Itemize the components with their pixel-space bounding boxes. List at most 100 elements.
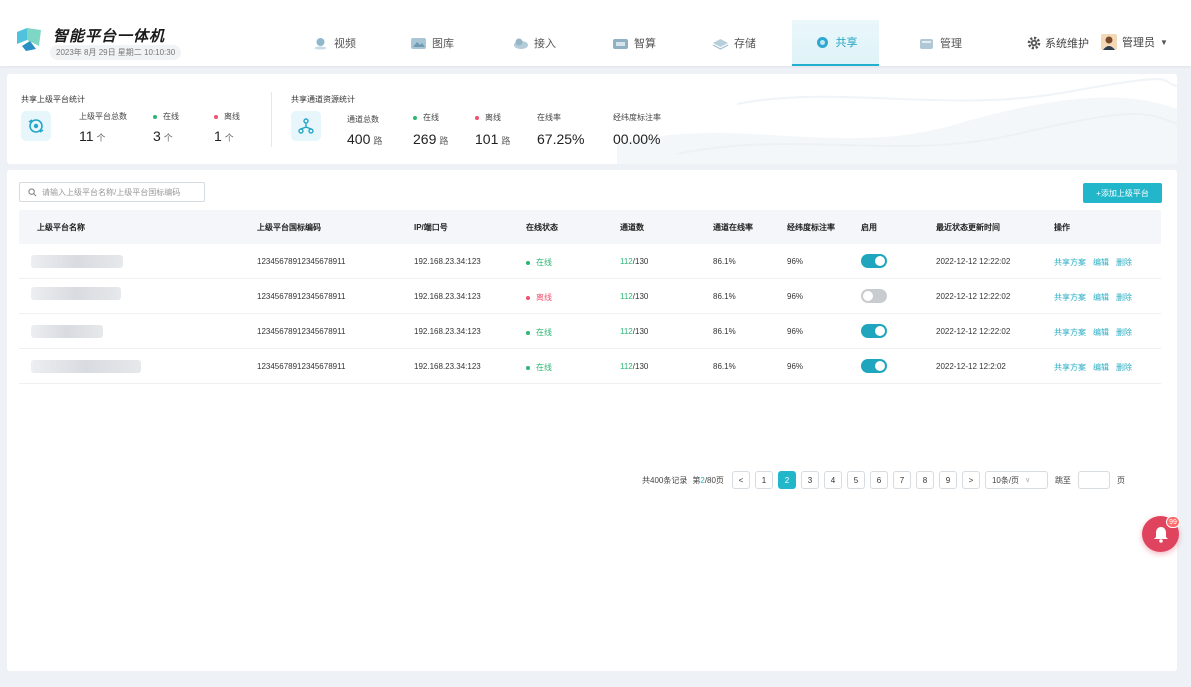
app-title: 智能平台一体机 (53, 28, 166, 45)
enable-toggle[interactable] (861, 324, 887, 338)
nav-gallery[interactable]: 图库 (410, 20, 454, 66)
online-dot-icon (526, 330, 530, 335)
edit-link[interactable]: 编辑 (1093, 258, 1109, 267)
cell-code: 12345678912345678911 (257, 327, 346, 336)
page-button[interactable]: 3 (800, 471, 819, 489)
gear-icon (1027, 36, 1041, 50)
delete-link[interactable]: 删除 (1116, 363, 1132, 372)
share-plan-link[interactable]: 共享方案 (1054, 328, 1086, 337)
page-button-current[interactable]: 2 (777, 471, 796, 489)
nav-video[interactable]: 视频 (312, 20, 356, 66)
col-code: 上级平台国标编码 (257, 223, 321, 232)
cell-geo-rate: 96% (787, 327, 804, 336)
table-row[interactable]: 12345678912345678911 192.168.23.34:123 在… (19, 349, 1161, 384)
goto-page-input[interactable] (1077, 471, 1110, 489)
cell-ip: 192.168.23.34:123 (414, 362, 481, 371)
cell-updated: 2022-12-12 12:22:02 (936, 327, 1011, 336)
cell-ip: 192.168.23.34:123 (414, 327, 481, 336)
col-channels: 通道数 (620, 223, 644, 232)
page-button[interactable]: 6 (869, 471, 888, 489)
chevron-down-icon: ▼ (1160, 37, 1168, 47)
page-unit-label: 页 (1116, 475, 1125, 485)
col-updated: 最近状态更新时间 (936, 223, 1000, 232)
page-button[interactable]: 5 (846, 471, 865, 489)
cell-updated: 2022-12-12 12:22:02 (936, 292, 1011, 301)
compute-icon (613, 38, 628, 49)
datetime: 2023年 8月 29日 星期二 10:10:30 (50, 45, 182, 60)
nav-label: 管理 (940, 38, 962, 50)
online-dot-icon (526, 260, 530, 265)
cell-updated: 2022-12-12 12:22:02 (936, 257, 1011, 266)
page-size-select[interactable]: 10条/页 ∨ (984, 471, 1048, 489)
delete-link[interactable]: 删除 (1116, 293, 1132, 302)
nav-compute[interactable]: 智算 (612, 20, 656, 66)
decorative-wave (617, 78, 1177, 164)
nav-storage[interactable]: 存储 (712, 20, 756, 66)
channel-geo-value: 00.00% (613, 131, 661, 147)
page-button[interactable]: 9 (938, 471, 957, 489)
share-plan-link[interactable]: 共享方案 (1054, 293, 1086, 302)
nav-manage[interactable]: 管理 (918, 20, 962, 66)
col-enabled: 启用 (861, 223, 877, 232)
add-platform-button[interactable]: +添加上级平台 (1083, 183, 1162, 203)
search-placeholder: 请输入上级平台名称/上级平台国标编码 (42, 187, 181, 197)
channel-rate-label: 在线率 (537, 113, 561, 122)
nav-share[interactable]: 共享 (792, 20, 879, 66)
delete-link[interactable]: 删除 (1116, 328, 1132, 337)
nav-label: 接入 (534, 38, 556, 50)
cell-geo-rate: 96% (787, 257, 804, 266)
share-plan-link[interactable]: 共享方案 (1054, 363, 1086, 372)
enable-toggle[interactable] (861, 254, 887, 268)
total-records: 共400条记录 (642, 475, 688, 485)
table-row[interactable]: 12345678912345678911 192.168.23.34:123 在… (19, 314, 1161, 349)
top-bar: 智能平台一体机 2023年 8月 29日 星期二 10:10:30 视频 图库 … (0, 0, 1191, 66)
offline-dot-icon (526, 295, 530, 300)
platform-stats-icon (21, 111, 51, 141)
cell-geo-rate: 96% (787, 362, 804, 371)
manage-icon (920, 38, 933, 49)
platform-offline-label: 离线 (214, 111, 240, 122)
cell-online-rate: 86.1% (713, 362, 736, 371)
cell-updated: 2022-12-12 12:2:02 (936, 362, 1006, 371)
user-menu[interactable]: 管理员 ▼ (1101, 34, 1168, 50)
cell-ip: 192.168.23.34:123 (414, 257, 481, 266)
system-maintenance-button[interactable]: 系统维护 (1027, 35, 1089, 51)
row-actions: 共享方案 编辑 删除 (1054, 257, 1139, 268)
next-page-button[interactable]: > (961, 471, 980, 489)
online-dot-icon (526, 365, 530, 370)
cell-geo-rate: 96% (787, 292, 804, 301)
enable-toggle[interactable] (861, 289, 887, 303)
channel-rate-value: 67.25% (537, 131, 585, 147)
divider (271, 92, 272, 147)
search-input[interactable]: 请输入上级平台名称/上级平台国标编码 (19, 182, 205, 202)
user-name: 管理员 (1122, 37, 1155, 49)
page-button[interactable]: 8 (915, 471, 934, 489)
enable-toggle[interactable] (861, 359, 887, 373)
page-button[interactable]: 1 (754, 471, 773, 489)
platform-total-label: 上级平台总数 (79, 112, 127, 121)
edit-link[interactable]: 编辑 (1093, 363, 1109, 372)
row-actions: 共享方案 编辑 删除 (1054, 362, 1139, 373)
goto-label: 跳至 (1054, 475, 1071, 485)
col-online-rate: 通道在线率 (713, 223, 753, 232)
prev-page-button[interactable]: < (731, 471, 750, 489)
delete-link[interactable]: 删除 (1116, 258, 1132, 267)
platform-stats-title: 共享上级平台统计 (21, 95, 85, 104)
nav-label: 图库 (432, 38, 454, 50)
cell-channels: 112/130 (620, 327, 649, 336)
redacted-platform-name (31, 325, 103, 338)
edit-link[interactable]: 编辑 (1093, 293, 1109, 302)
cell-status: 离线 (526, 292, 552, 303)
page-button[interactable]: 4 (823, 471, 842, 489)
share-plan-link[interactable]: 共享方案 (1054, 258, 1086, 267)
nav-access[interactable]: 接入 (512, 20, 556, 66)
table-row[interactable]: 12345678912345678911 192.168.23.34:123 在… (19, 244, 1161, 279)
edit-link[interactable]: 编辑 (1093, 328, 1109, 337)
cell-online-rate: 86.1% (713, 327, 736, 336)
bell-icon (1153, 526, 1168, 543)
page-button[interactable]: 7 (892, 471, 911, 489)
platform-offline-value: 1个 (214, 128, 234, 144)
col-geo-rate: 经纬度标注率 (787, 223, 835, 232)
table-row[interactable]: 12345678912345678911 192.168.23.34:123 离… (19, 279, 1161, 314)
cell-ip: 192.168.23.34:123 (414, 292, 481, 301)
